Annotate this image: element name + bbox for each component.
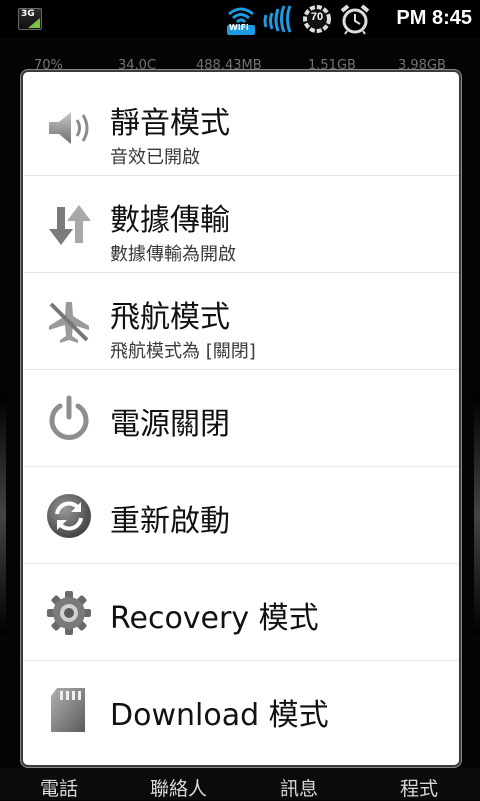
stat-value: 3.98GB (398, 58, 446, 73)
power-options-dialog: 靜音模式 音效已開啟 數據傳輸 數據傳輸為開啟 飛航模式 飛航模式為 [關閉] … (23, 72, 459, 765)
background-edge (0, 395, 6, 635)
menu-item-title: 電源關閉 (110, 407, 230, 442)
menu-item-title: Download 模式 (110, 698, 329, 733)
stat-value: 70% (34, 58, 63, 73)
menu-item-title: 靜音模式 (110, 106, 230, 141)
sd-card-icon (51, 688, 85, 732)
menu-item-recovery-mode[interactable]: Recovery 模式 (23, 565, 459, 661)
data-transfer-icon (49, 205, 91, 245)
menu-item-subtitle: 數據傳輸為開啟 (110, 244, 236, 265)
power-icon (49, 395, 89, 440)
menu-item-restart[interactable]: 重新啟動 (23, 468, 459, 564)
stat-value: 1.51GB (308, 58, 356, 73)
menu-item-title: 飛航模式 (110, 300, 230, 335)
menu-item-title: Recovery 模式 (110, 601, 319, 636)
network-3g-icon: 3G (18, 8, 42, 30)
restart-icon (47, 494, 91, 538)
menu-item-data-transfer[interactable]: 數據傳輸 數據傳輸為開啟 (23, 177, 459, 273)
speaker-icon (49, 112, 89, 144)
bottom-dock: 電話 聯絡人 訊息 程式 (0, 768, 480, 800)
stat-value: 488.43MB (196, 58, 262, 73)
dock-messages[interactable]: 訊息 (280, 774, 318, 801)
dock-contacts[interactable]: 聯絡人 (150, 774, 207, 801)
menu-item-title: 重新啟動 (110, 504, 230, 539)
airplane-off-icon (49, 302, 89, 343)
menu-item-silent-mode[interactable]: 靜音模式 音效已開啟 (23, 80, 459, 176)
stat-value: 34.0C (118, 58, 157, 73)
wifi-label: WiFi (229, 23, 249, 32)
menu-item-download-mode[interactable]: Download 模式 (23, 662, 459, 758)
signal-strength-icon (263, 5, 292, 33)
menu-item-subtitle: 飛航模式為 [關閉] (110, 341, 256, 362)
dock-phone[interactable]: 電話 (40, 774, 78, 801)
battery-icon: 70 (302, 4, 332, 34)
menu-item-title: 數據傳輸 (110, 203, 230, 238)
dock-apps[interactable]: 程式 (400, 774, 438, 801)
status-bar: 3G WiFi 70 PM 8:45 (0, 0, 480, 38)
menu-item-airplane-mode[interactable]: 飛航模式 飛航模式為 [關閉] (23, 274, 459, 370)
background-edge (474, 395, 480, 635)
menu-item-subtitle: 音效已開啟 (110, 147, 200, 168)
menu-item-power-off[interactable]: 電源關閉 (23, 371, 459, 467)
gear-icon (47, 591, 91, 635)
clock: PM 8:45 (396, 7, 472, 29)
alarm-clock-icon (340, 4, 370, 35)
